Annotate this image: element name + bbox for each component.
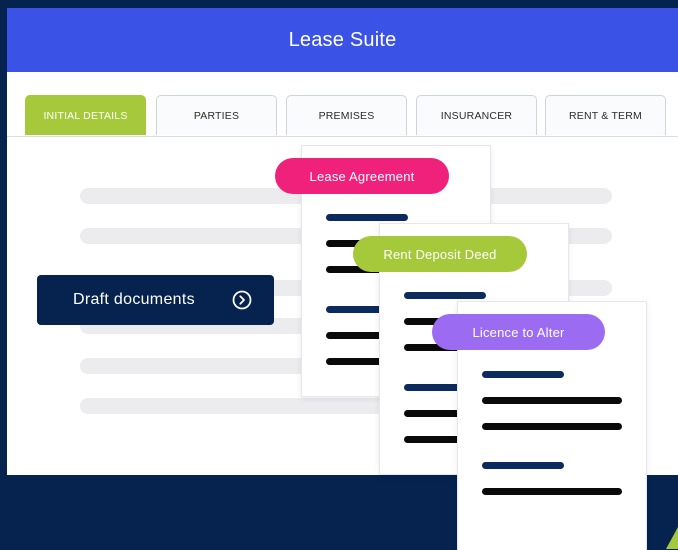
chevron-right-circle-icon [232,290,252,310]
pill-label: Rent Deposit Deed [383,246,497,262]
accent-shape [666,527,678,549]
tab-insurancer[interactable]: INSURANCER [416,95,537,135]
tab-label: INSURANCER [440,109,513,122]
licence-to-alter-pill[interactable]: Licence to Alter [432,314,605,350]
tab-label: PARTIES [193,109,240,122]
doc-text-line [482,423,622,430]
tab-initial-details[interactable]: INITIAL DETAILS [25,95,146,135]
draft-documents-label: Draft documents [73,291,195,308]
doc-text-line [482,397,622,404]
doc-heading-line [326,214,408,221]
tab-premises[interactable]: PREMISES [286,95,407,135]
rent-deposit-deed-pill[interactable]: Rent Deposit Deed [353,236,527,272]
doc-heading-line [404,292,486,299]
draft-documents-button[interactable]: Draft documents [37,275,274,325]
app-header: Lease Suite [7,8,678,72]
tab-bar: INITIAL DETAILS PARTIES PREMISES INSURAN… [7,72,678,137]
tab-label: PREMISES [318,109,375,122]
tab-rent-and-term[interactable]: RENT & TERM [545,95,666,135]
doc-heading-line [482,371,564,378]
tab-label: RENT & TERM [569,109,642,122]
lease-agreement-pill[interactable]: Lease Agreement [275,158,449,194]
tab-parties[interactable]: PARTIES [156,95,277,135]
doc-text-line [482,488,622,495]
tab-label: INITIAL DETAILS [43,109,128,122]
pill-label: Lease Agreement [309,168,415,184]
pill-label: Licence to Alter [472,324,565,340]
app-title: Lease Suite [288,28,397,51]
doc-heading-line [482,462,564,469]
